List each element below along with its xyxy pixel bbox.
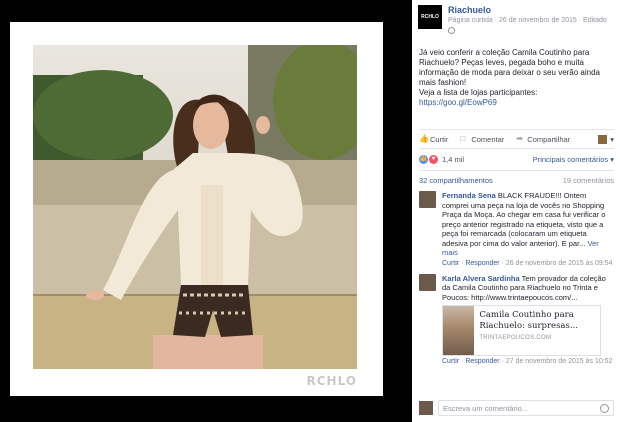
post-photo[interactable] [33,45,357,369]
share-label: Compartilhar [527,134,571,144]
post-cta: Veja a lista de lojas participantes: [419,88,538,97]
comment-like-button[interactable]: Curtir [442,260,459,267]
link-preview-title: Camila Coutinho para Riachuelo: surpresa… [479,310,578,331]
comment-input[interactable]: Escreva um comentário... [438,400,614,416]
link-preview-card[interactable]: Camila Coutinho para Riachuelo: surpresa… [442,305,601,356]
page-avatar[interactable]: RCHLO [418,5,442,29]
share-arrow-icon: ➦ [516,134,523,143]
post-photo-frame: RCHLO [10,22,383,396]
comment-author[interactable]: Fernanda Sena [442,191,496,200]
comment-reply-button[interactable]: Responder [465,260,499,267]
comment-meta: Curtir · Responder · 27 de novembro de 2… [442,358,613,365]
comment-meta: Curtir · Responder · 26 de novembro de 2… [442,259,613,267]
comments-count: 19 comentários [562,176,614,185]
page-name-link[interactable]: Riachuelo [448,5,491,15]
photo-watermark: RCHLO [306,374,357,388]
post-header: RCHLO Riachuelo Página curtida · 26 de n… [412,0,620,40]
woman-on-ledge-image [33,45,357,369]
reaction-count[interactable]: 1,4 mil [442,155,464,164]
comment-item: Fernanda Sena BLACK FRAUDE!!! Ontem comp… [419,191,614,268]
camera-icon[interactable] [600,403,609,413]
post-link[interactable]: https://goo.gl/EowP69 [419,98,613,108]
comment-composer: Escreva um comentário... [419,398,614,418]
post-body: Já veio conferir a coleção Camila Coutin… [412,48,620,108]
thumbs-up-icon: 👍 [419,134,429,143]
avatar[interactable] [419,191,436,208]
like-button[interactable]: 👍 Curtir [419,135,448,144]
post-meta: Página curtida · 26 de novembro de 2015 … [448,17,607,24]
divider [419,170,614,171]
shares-count-link[interactable]: 32 compartilhamentos [419,176,493,185]
comment-item: Karla Alvera Sardinha Tem provador da co… [419,273,614,367]
comment-list: Fernanda Sena BLACK FRAUDE!!! Ontem comp… [419,191,614,372]
link-preview-body: Camila Coutinho para Riachuelo: surpresa… [474,306,600,355]
globe-icon [448,27,455,34]
comment-button[interactable]: □ Comentar [460,135,504,144]
post-actions: 👍 Curtir □ Comentar ➦ Compartilhar ▾ [419,133,614,145]
viewer-avatar [598,134,608,144]
link-preview-image [443,306,475,355]
divider [419,129,614,130]
divider [419,148,614,149]
comment-text: Fernanda Sena BLACK FRAUDE!!! Ontem comp… [442,191,614,258]
love-reaction-icon[interactable]: ♥ [429,154,438,164]
reactions-summary: 👍 ♥ 1,4 mil Principais comentários ▾ [419,152,614,166]
comment-text: Karla Alvera Sardinha Tem provador da co… [442,274,614,303]
speech-bubble-icon: □ [460,134,466,143]
like-label: Curtir [430,134,449,144]
comment-timestamp: · 27 de novembro de 2015 às 10:52 [499,358,613,365]
link-preview-domain: TRINTAEPOUCOS.COM [479,335,552,341]
comment-reply-button[interactable]: Responder [465,358,499,365]
comment-author[interactable]: Karla Alvera Sardinha [442,274,520,283]
comment-like-button[interactable]: Curtir [442,358,459,365]
comment-sort-dropdown[interactable]: Principais comentários ▾ [533,155,614,164]
post-as-selector[interactable]: ▾ [598,134,614,144]
post-panel: RCHLO Riachuelo Página curtida · 26 de n… [412,0,620,422]
like-reaction-icon[interactable]: 👍 [419,154,428,164]
avatar [419,401,433,415]
comment-timestamp: · 26 de novembro de 2015 às 09:54 [499,259,613,267]
comment-input-placeholder: Escreva um comentário... [443,403,529,413]
post-message: Já veio conferir a coleção Camila Coutin… [419,48,600,87]
avatar[interactable] [419,273,436,291]
comment-label: Comentar [471,134,505,144]
chevron-down-icon: ▾ [610,134,614,144]
share-button[interactable]: ➦ Compartilhar [516,135,570,144]
post-stats: 32 compartilhamentos 19 comentários [419,176,614,185]
